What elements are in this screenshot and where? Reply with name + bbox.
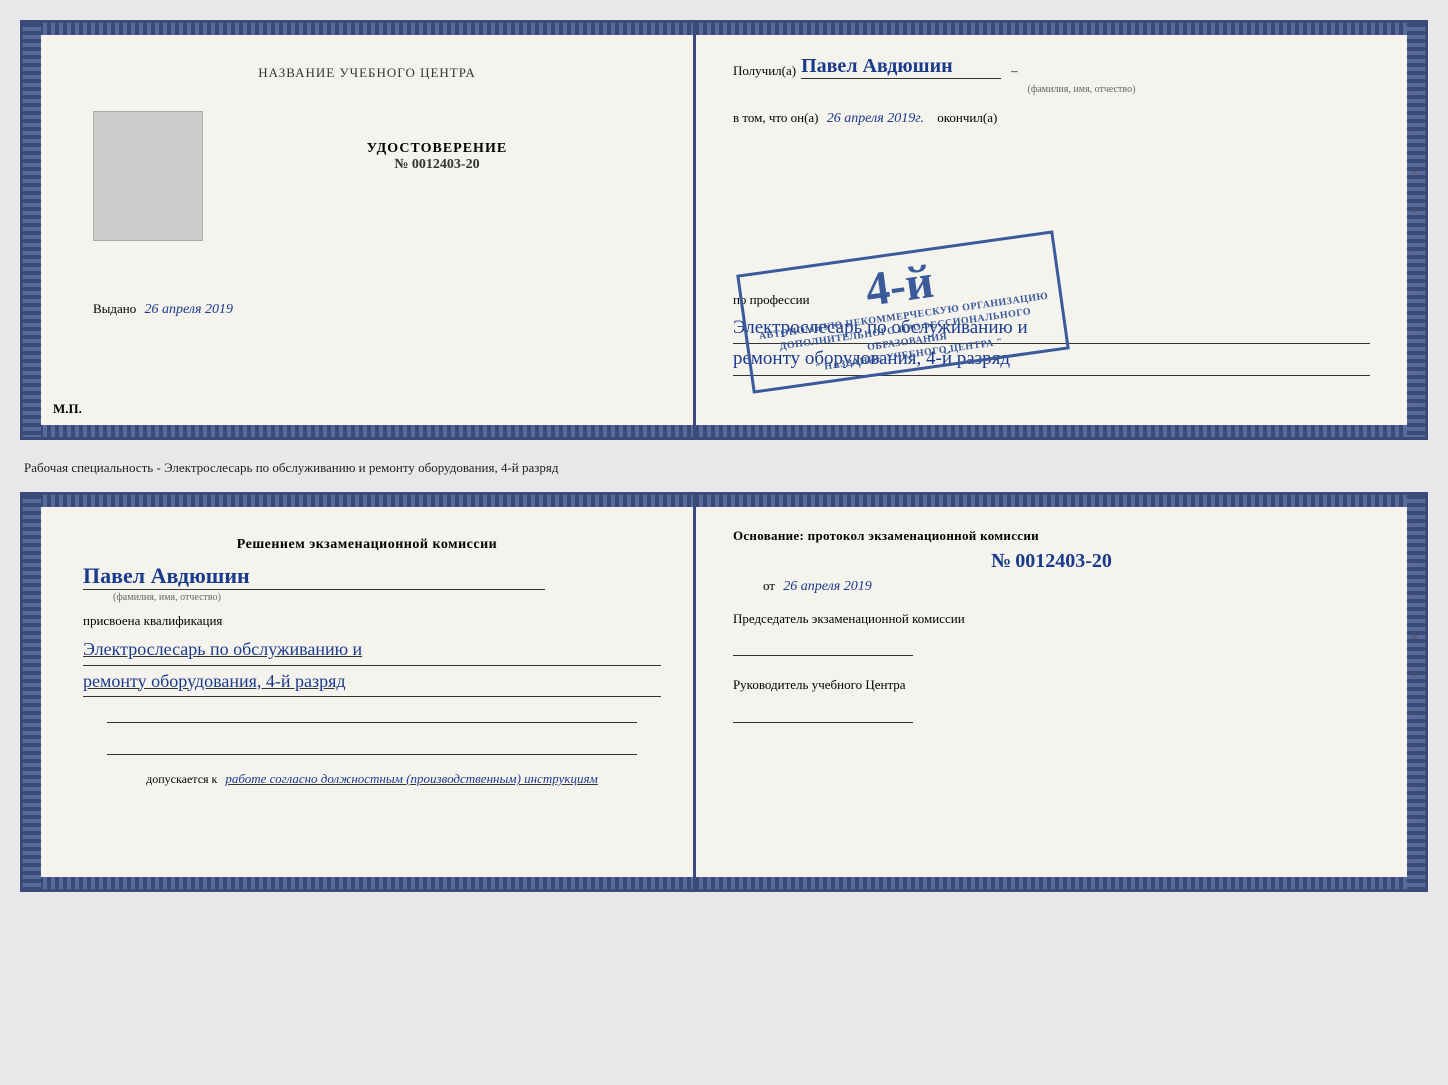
chairman-block: Председатель экзаменационной комиссии	[733, 610, 1370, 656]
protocol-number-area: № 0012403-20	[733, 550, 1370, 573]
top-booklet-right: Получил(a) Павел Авдюшин – (фамилия, имя…	[696, 23, 1425, 437]
name-area: Павел Авдюшин (фамилия, имя, отчество)	[73, 563, 661, 603]
blank-line-2	[107, 735, 636, 755]
name-field: Павел Авдюшин	[801, 55, 1001, 79]
bottom-left-inner: Решением экзаменационной комиссии Павел …	[43, 525, 673, 869]
blank-line-1	[107, 703, 636, 723]
udost-block: УДОСТОВЕРЕНИЕ № 0012403-20	[213, 111, 661, 173]
protocol-number: 0012403-20	[1015, 550, 1112, 572]
po-professii-label: по профессии	[733, 292, 1370, 308]
page-wrapper: НАЗВАНИЕ УЧЕБНОГО ЦЕНТРА УДОСТОВЕРЕНИЕ №…	[20, 20, 1428, 892]
bottom-booklet: Решением экзаменационной комиссии Павел …	[20, 492, 1428, 892]
допускается-line: допускается к работе согласно должностны…	[136, 771, 598, 787]
stamp-spacer	[733, 132, 1370, 262]
vydano-line: Выдано 26 апреля 2019	[93, 301, 233, 318]
osnование-title: Основание: протокол экзаменационной коми…	[733, 527, 1370, 545]
right-inner: Получил(a) Павел Авдюшин – (фамилия, имя…	[721, 43, 1400, 388]
udost-number: № 0012403-20	[213, 157, 661, 173]
bottom-booklet-right: Основание: протокол экзаменационной коми…	[696, 495, 1425, 889]
profession-line1: Электрослесарь по обслуживанию и	[733, 313, 1370, 344]
bottom-name-subtitle: (фамилия, имя, отчество)	[113, 592, 661, 603]
qual-line2: ремонту оборудования, 4-й разряд	[83, 666, 661, 698]
bottom-booklet-left: Решением экзаменационной комиссии Павел …	[23, 495, 696, 889]
name-subtitle: (фамилия, имя, отчество)	[793, 84, 1370, 95]
prisvoena-label: присвоена квалификация	[73, 613, 661, 629]
chairman-signature	[733, 636, 913, 656]
vtom-date: 26 апреля 2019г.	[827, 111, 924, 126]
qual-line1: Электрослесарь по обслуживанию и	[83, 634, 661, 666]
rukovoditel-signature	[733, 703, 913, 723]
middle-text: Рабочая специальность - Электрослесарь п…	[20, 452, 1428, 480]
left-inner: НАЗВАНИЕ УЧЕБНОГО ЦЕНТРА УДОСТОВЕРЕНИЕ №…	[43, 53, 673, 417]
stamp-area: 4-й АВТОНОМНУЮ НЕКОММЕРЧЕСКУЮ ОРГАНИЗАЦИ…	[733, 132, 1370, 262]
photo-placeholder	[93, 111, 203, 241]
profession-line2: ремонту оборудования, 4-й разряд	[733, 344, 1370, 375]
udost-title: УДОСТОВЕРЕНИЕ	[213, 141, 661, 157]
decision-title: Решением экзаменационной комиссии	[237, 537, 497, 553]
recipient-line: Получил(a) Павел Авдюшин –	[733, 55, 1370, 79]
bottom-right-inner: Основание: протокол экзаменационной коми…	[721, 515, 1400, 743]
qualification-area: Электрослесарь по обслуживанию и ремонту…	[73, 634, 661, 697]
ot-line: от 26 апреля 2019	[763, 578, 1370, 595]
training-center-title: НАЗВАНИЕ УЧЕБНОГО ЦЕНТРА	[258, 65, 475, 81]
mp-label: М.П.	[53, 401, 82, 417]
name-underline	[83, 589, 545, 590]
rukovoditel-label: Руководитель учебного Центра	[733, 676, 1370, 694]
udostoverenie-block: УДОСТОВЕРЕНИЕ № 0012403-20	[213, 141, 661, 173]
допускается-value: работе согласно должностным (производств…	[225, 771, 597, 786]
bottom-name: Павел Авдюшин	[83, 563, 661, 589]
vydano-date: 26 апреля 2019	[145, 302, 233, 317]
ot-date: 26 апреля 2019	[783, 579, 871, 594]
profession-block: по профессии Электрослесарь по обслужива…	[733, 292, 1370, 376]
bottom-right-side-dashes: – – – и а ← – – – –	[1409, 495, 1420, 889]
chairman-label: Председатель экзаменационной комиссии	[733, 610, 1370, 628]
top-booklet-left: НАЗВАНИЕ УЧЕБНОГО ЦЕНТРА УДОСТОВЕРЕНИЕ №…	[23, 23, 696, 437]
vtom-line: в том, что он(a) 26 апреля 2019г. окончи…	[733, 110, 1370, 127]
right-side-dashes: – – – и а ← – – – –	[1409, 23, 1420, 437]
top-booklet: НАЗВАНИЕ УЧЕБНОГО ЦЕНТРА УДОСТОВЕРЕНИЕ №…	[20, 20, 1428, 440]
rukovoditel-block: Руководитель учебного Центра	[733, 676, 1370, 722]
recipient-name: Павел Авдюшин	[801, 55, 953, 77]
